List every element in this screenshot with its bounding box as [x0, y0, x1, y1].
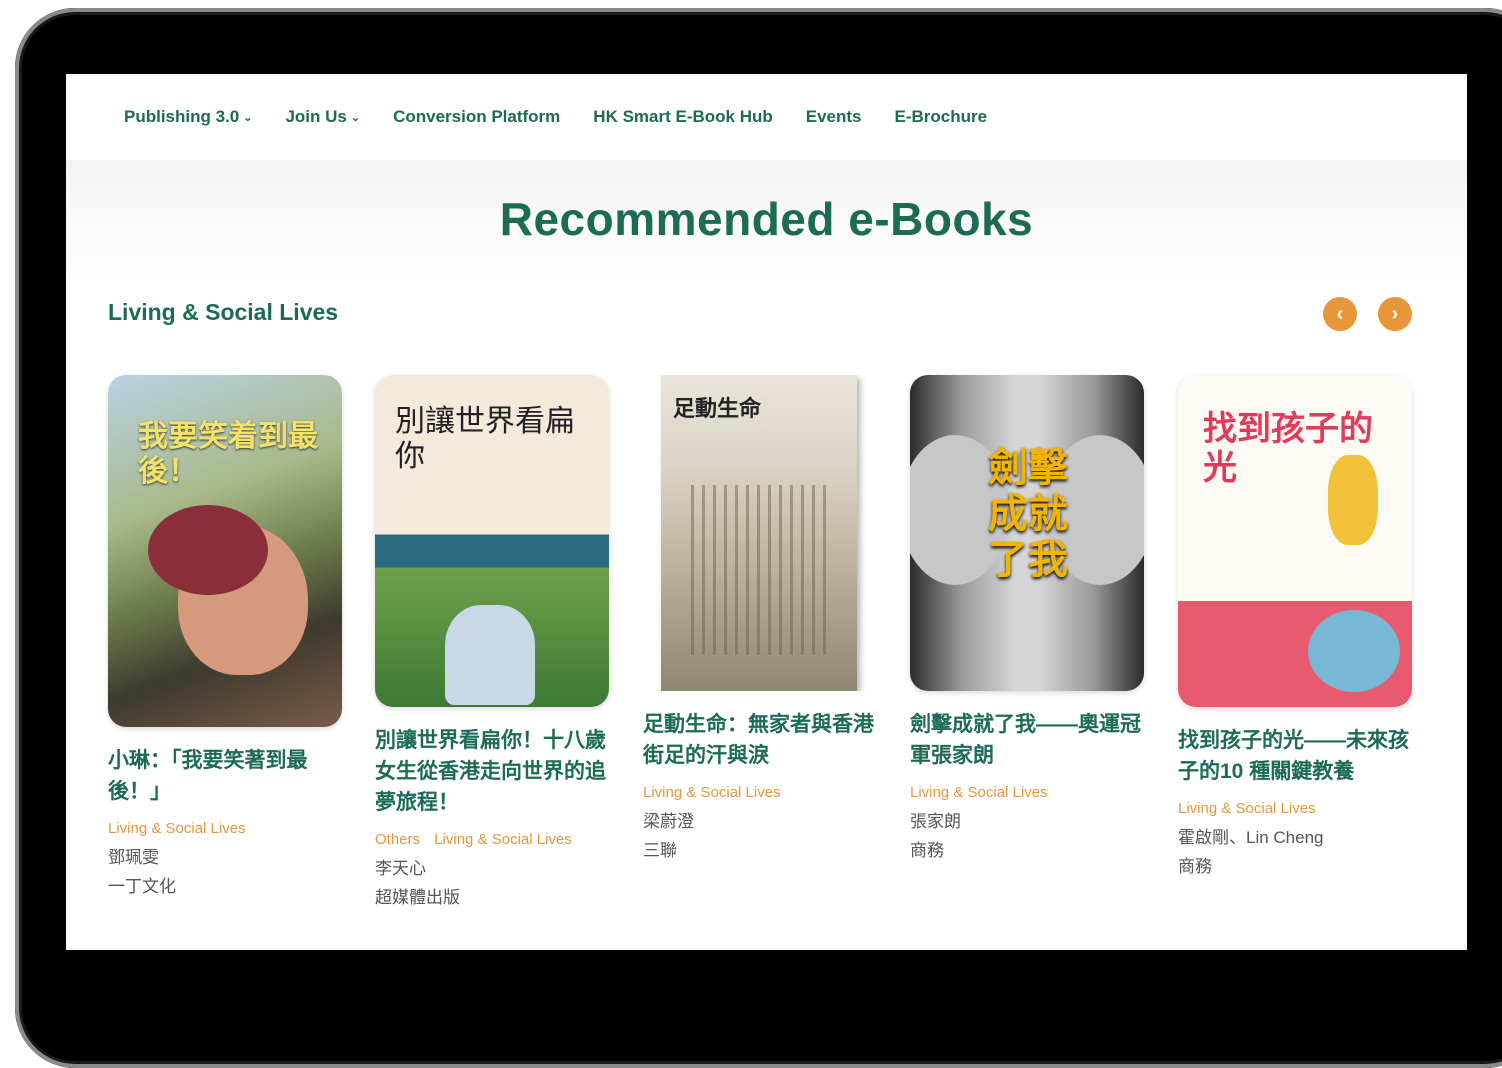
browser-screen: Publishing 3.0 ⌄ Join Us ⌄ Conversion Pl… [66, 74, 1467, 950]
book-publisher: 商務 [910, 841, 944, 860]
section-title: Living & Social Lives [108, 299, 339, 325]
nav-label: E-Brochure [894, 107, 988, 126]
nav-label: Publishing 3.0 [124, 107, 240, 126]
book-cover[interactable]: 別讓世界看扁你 [375, 375, 609, 707]
book-cover[interactable]: 劍擊成就了我 [910, 375, 1144, 691]
category-link[interactable]: Living & Social Lives [108, 820, 246, 837]
book-title[interactable]: 找到孩子的光——未來孩子的10 種關鍵教養 [1178, 725, 1414, 787]
book-categories: Living & Social Lives [643, 784, 879, 801]
book-cover[interactable]: 足動生命 [643, 375, 877, 691]
nav-label: HK Smart E-Book Hub [593, 107, 773, 126]
book-publisher: 三聯 [643, 841, 677, 860]
book-categories: Living & Social Lives [910, 784, 1146, 801]
book-categories: Others Living & Social Lives [375, 831, 611, 848]
nav-item-ebook-hub[interactable]: HK Smart E-Book Hub [593, 107, 772, 127]
nav-label: Conversion Platform [393, 107, 561, 126]
book-author: 霍啟剛、Lin Cheng [1178, 828, 1324, 847]
cover-image [661, 375, 857, 691]
nav-item-conversion-platform[interactable]: Conversion Platform [393, 107, 560, 127]
book-author: 梁蔚澄 [643, 812, 694, 831]
carousel-next-button[interactable]: › [1378, 297, 1412, 331]
chevron-down-icon: ⌄ [243, 111, 253, 124]
category-link[interactable]: Living & Social Lives [434, 831, 572, 848]
cover-text: 別讓世界看扁你 [395, 404, 575, 474]
nav-item-events[interactable]: Events [806, 107, 862, 127]
book-card[interactable]: 足動生命 足動生命：無家者與香港街足的汗與淚 Living & Social L… [643, 375, 879, 865]
nav-item-ebrochure[interactable]: E-Brochure [895, 107, 988, 127]
cover-text: 找到孩子的光 [1203, 410, 1373, 488]
category-link[interactable]: Living & Social Lives [1178, 800, 1316, 817]
book-author: 鄧珮雯 [108, 848, 159, 867]
book-card[interactable]: 別讓世界看扁你 別讓世界看扁你！十八歲女生從香港走向世界的追夢旅程！ Other… [375, 375, 611, 912]
book-card[interactable]: 我要笑着到最後！ 小琳：「我要笑著到最後！」 Living & Social L… [108, 375, 344, 901]
category-link[interactable]: Others [375, 831, 420, 848]
book-card[interactable]: 劍擊成就了我 劍擊成就了我——奧運冠軍張家朗 Living & Social L… [910, 375, 1146, 865]
cover-text: 我要笑着到最後！ [138, 420, 318, 488]
book-title[interactable]: 別讓世界看扁你！十八歲女生從香港走向世界的追夢旅程！ [375, 725, 611, 818]
hair-shape [148, 505, 268, 595]
book-title[interactable]: 足動生命：無家者與香港街足的汗與淚 [643, 709, 879, 771]
book-categories: Living & Social Lives [108, 820, 344, 837]
book-cover[interactable]: 找到孩子的光 [1178, 375, 1412, 707]
sketch-shape [691, 485, 831, 655]
book-card[interactable]: 找到孩子的光 找到孩子的光——未來孩子的10 種關鍵教養 Living & So… [1178, 375, 1414, 881]
book-publisher: 超媒體出版 [375, 888, 460, 907]
nav-label: Events [805, 107, 862, 126]
cover-text: 劍擊成就了我 [988, 446, 1068, 582]
figure-shape [445, 605, 535, 705]
chevron-down-icon: ⌄ [350, 111, 361, 124]
book-title[interactable]: 劍擊成就了我——奧運冠軍張家朗 [910, 709, 1146, 771]
page-title: Recommended e-Books [499, 193, 1034, 245]
top-nav: Publishing 3.0 ⌄ Join Us ⌄ Conversion Pl… [66, 74, 1467, 160]
chevron-right-icon: › [1391, 302, 1399, 325]
book-title[interactable]: 小琳：「我要笑著到最後！」 [108, 745, 344, 807]
book-cover[interactable]: 我要笑着到最後！ [108, 375, 342, 727]
nav-item-join-us[interactable]: Join Us ⌄ [285, 107, 360, 127]
nav-label: Join Us [285, 107, 347, 126]
book-categories: Living & Social Lives [1178, 800, 1414, 817]
nav-item-publishing[interactable]: Publishing 3.0 ⌄ [124, 107, 252, 127]
category-link[interactable]: Living & Social Lives [643, 784, 781, 801]
chevron-left-icon: ‹ [1336, 302, 1344, 325]
book-author: 張家朗 [910, 812, 961, 831]
carousel-prev-button[interactable]: ‹ [1323, 297, 1357, 331]
book-publisher: 一丁文化 [108, 877, 176, 896]
photo-circle [1308, 610, 1400, 692]
book-publisher: 商務 [1178, 857, 1212, 876]
category-link[interactable]: Living & Social Lives [910, 784, 1048, 801]
book-author: 李天心 [375, 859, 426, 878]
cover-text: 足動生命 [673, 396, 762, 422]
